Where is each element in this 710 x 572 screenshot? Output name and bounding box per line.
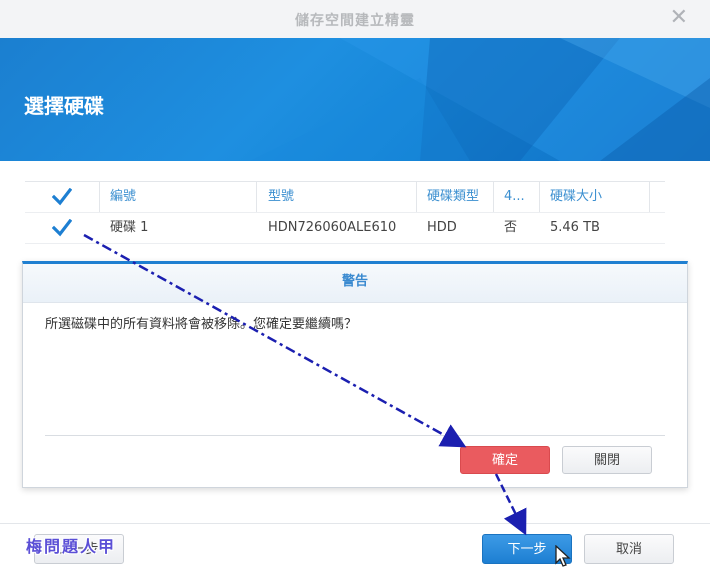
select-all-cell: [25, 182, 100, 212]
cell-number: 硬碟 1: [110, 220, 149, 235]
column-header-4k[interactable]: 4...: [494, 182, 540, 212]
storage-wizard-window: 儲存空間建立精靈 ✕ 選擇硬碟 編號 型號 硬碟類型 4... 硬碟大小 硬碟 …: [0, 0, 710, 572]
cell-model: HDN726060ALE610: [268, 220, 397, 235]
page-heading: 選擇硬碟: [24, 94, 104, 118]
watermark: 梅問題人甲: [26, 537, 117, 556]
select-all-checkbox[interactable]: [52, 188, 72, 206]
column-header-size[interactable]: 硬碟大小: [540, 182, 650, 212]
close-button[interactable]: 關閉: [562, 446, 652, 474]
warning-title: 警告: [23, 264, 687, 303]
mouse-cursor-icon: [555, 545, 571, 567]
cell-4k: 否: [504, 220, 518, 235]
footer-divider: [0, 523, 710, 524]
cancel-button[interactable]: 取消: [584, 534, 674, 564]
column-header-number[interactable]: 編號: [100, 182, 257, 212]
column-header-model[interactable]: 型號: [258, 182, 417, 212]
row-select-cell: [25, 213, 99, 243]
table-header-row: 編號 型號 硬碟類型 4... 硬碟大小: [25, 182, 665, 213]
warning-dialog: 警告 所選磁碟中的所有資料將會被移除。您確定要繼續嗎？ 確定 關閉: [22, 261, 688, 488]
banner-pattern: [250, 38, 710, 161]
warning-message: 所選磁碟中的所有資料將會被移除。您確定要繼續嗎？: [45, 317, 358, 332]
window-title: 儲存空間建立精靈: [295, 13, 415, 29]
column-header-disk-type[interactable]: 硬碟類型: [417, 182, 494, 212]
cell-disk-type: HDD: [427, 220, 457, 235]
header-banner: 選擇硬碟: [0, 38, 710, 161]
cell-size: 5.46 TB: [550, 220, 600, 235]
row-checkbox[interactable]: [52, 219, 72, 237]
close-icon[interactable]: ✕: [670, 6, 688, 30]
warning-divider: [45, 435, 665, 436]
title-bar: 儲存空間建立精靈 ✕: [0, 0, 710, 39]
disk-table: 編號 型號 硬碟類型 4... 硬碟大小 硬碟 1 HDN726060ALE61…: [25, 181, 665, 244]
confirm-button[interactable]: 確定: [460, 446, 550, 474]
table-row[interactable]: 硬碟 1 HDN726060ALE610 HDD 否 5.46 TB: [25, 213, 665, 244]
